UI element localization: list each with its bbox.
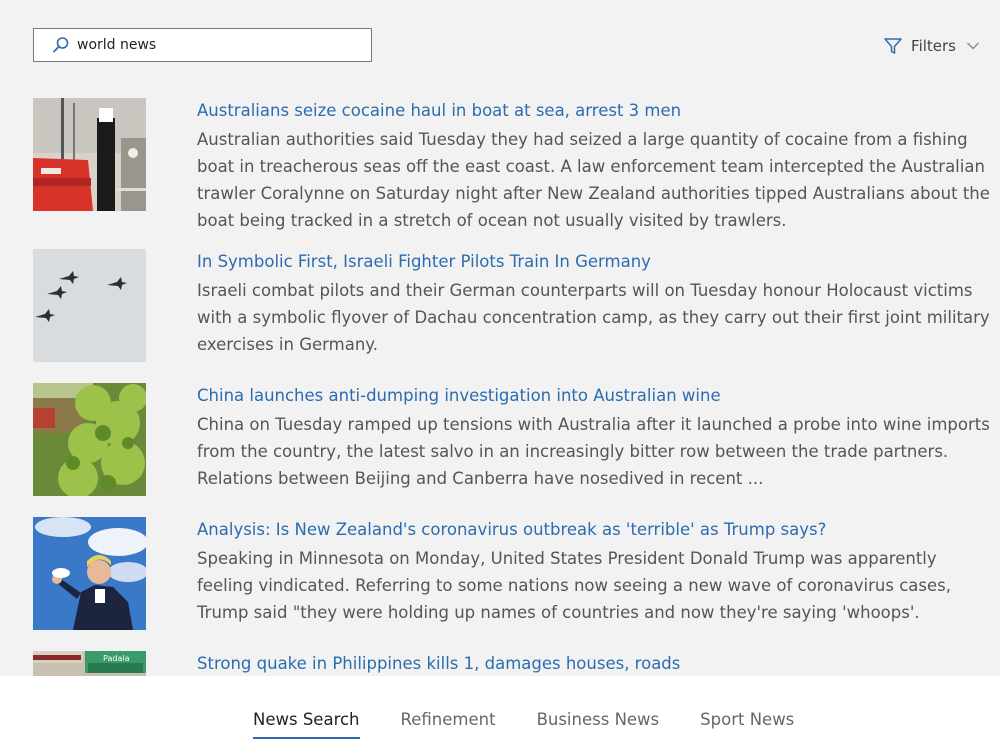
result-title-link[interactable]: Analysis: Is New Zealand's coronavirus o… <box>197 519 997 541</box>
search-input[interactable] <box>77 37 337 53</box>
filters-label: Filters <box>911 37 956 55</box>
filters-button[interactable]: Filters <box>883 36 980 56</box>
tab-list: News Search Refinement Business News Spo… <box>253 710 835 739</box>
tab-refinement[interactable]: Refinement <box>401 710 496 739</box>
result-title-link[interactable]: Australians seize cocaine haul in boat a… <box>197 100 997 122</box>
result-description: China on Tuesday ramped up tensions with… <box>197 415 990 488</box>
chevron-down-icon <box>966 41 980 51</box>
thumbnail-image[interactable] <box>33 517 146 630</box>
result-description: Australian authorities said Tuesday they… <box>197 130 990 230</box>
thumbnail-image[interactable]: Padala <box>33 651 146 676</box>
result-title-link[interactable]: China launches anti-dumping investigatio… <box>197 385 997 407</box>
bottom-tab-bar: News Search Refinement Business News Spo… <box>0 676 1000 745</box>
result-title-link[interactable]: In Symbolic First, Israeli Fighter Pilot… <box>197 251 997 273</box>
tab-news-search[interactable]: News Search <box>253 710 360 739</box>
thumbnail-sign-text: Padala <box>103 654 130 663</box>
funnel-icon <box>883 36 903 56</box>
result-description: Israeli combat pilots and their German c… <box>197 281 990 354</box>
thumbnail-image[interactable] <box>33 249 146 362</box>
search-icon <box>51 35 71 55</box>
search-box[interactable] <box>33 28 372 62</box>
result-title-link[interactable]: Strong quake in Philippines kills 1, dam… <box>197 653 997 675</box>
thumbnail-image[interactable] <box>33 383 146 496</box>
results-list: Australians seize cocaine haul in boat a… <box>33 98 1000 676</box>
result-description: Speaking in Minnesota on Monday, United … <box>197 549 951 622</box>
tab-sport-news[interactable]: Sport News <box>700 710 794 739</box>
tab-business-news[interactable]: Business News <box>537 710 660 739</box>
thumbnail-image[interactable] <box>33 98 146 211</box>
